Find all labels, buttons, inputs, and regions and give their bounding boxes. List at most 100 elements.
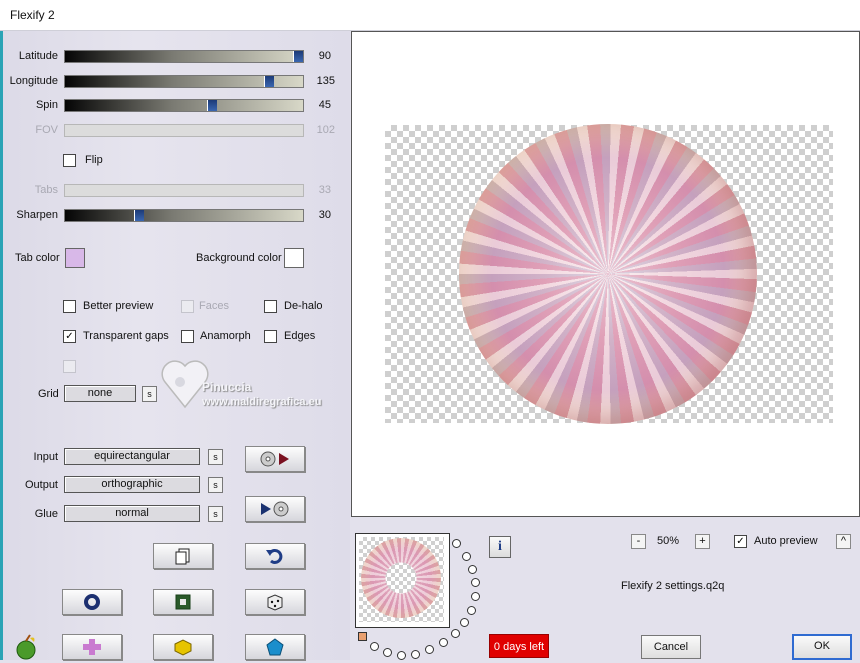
zoom-in-button[interactable]: + [695,534,710,549]
copy-button[interactable] [153,543,213,569]
better-preview-label: Better preview [83,300,154,312]
dehalo-checkbox[interactable] [264,300,277,313]
flip-label: Flip [85,154,103,166]
undo-button[interactable] [245,543,305,569]
dehalo-label: De-halo [284,300,323,312]
gem-button[interactable] [245,634,305,660]
background-color-swatch[interactable] [284,248,304,268]
latitude-track[interactable] [64,50,304,63]
glue-label: Glue [34,508,58,520]
tab-color-swatch[interactable] [65,248,85,268]
tabs-value: 33 [318,184,331,196]
latitude-label: Latitude [18,50,58,62]
sharpen-value: 30 [318,209,331,221]
grid-label: Grid [38,388,59,400]
anim-dot[interactable] [468,565,477,574]
spin-thumb[interactable] [207,100,217,111]
settings-filename: Flexify 2 settings.q2q [621,580,725,592]
ok-button[interactable]: OK [792,634,852,660]
anim-dot[interactable] [451,629,460,638]
dice-icon [267,594,283,611]
longitude-value: 135 [316,75,335,87]
ring-icon [84,594,100,610]
trial-badge[interactable]: 0 days left [489,634,549,658]
apple-icon[interactable] [12,634,40,660]
save-preset-button[interactable] [245,496,305,522]
transparent-gaps-checkbox[interactable]: ✓ [63,330,76,343]
spin-label: Spin [35,99,58,111]
longitude-label: Longitude [9,75,58,87]
gem-icon [266,638,284,656]
output-select[interactable]: orthographic [64,476,200,493]
window-title: Flexify 2 [10,8,55,22]
input-s-button[interactable]: s [208,449,223,465]
collapse-button[interactable]: ^ [836,534,851,549]
grid-s-button[interactable]: s [142,386,157,402]
preview-sphere-image [459,124,757,424]
faces-checkbox [181,300,194,313]
watermark: Pinuccia www.maldiregrafica.eu [160,352,360,412]
info-button[interactable]: i [489,536,511,558]
plus-button[interactable] [62,634,122,660]
anim-dot[interactable] [452,539,461,548]
anim-dot[interactable] [460,618,469,627]
anim-dot[interactable] [462,552,471,561]
glue-select[interactable]: normal [64,505,200,522]
anim-dot[interactable] [397,651,406,660]
auto-preview-checkbox[interactable]: ✓ [734,535,747,548]
anim-dot[interactable] [471,578,480,587]
cube-button[interactable] [153,634,213,660]
anamorph-checkbox[interactable] [181,330,194,343]
grid-select[interactable]: none [64,385,136,402]
anim-dot[interactable] [439,638,448,647]
tabs-label: Tabs [34,184,58,196]
edges-label: Edges [284,330,316,342]
sharpen-label: Sharpen [16,209,58,221]
latitude-thumb[interactable] [293,51,303,62]
background-color-label: Background color [196,252,282,264]
anim-dot[interactable] [425,645,434,654]
better-preview-checkbox[interactable] [63,300,76,313]
fov-label: FOV [35,124,58,136]
input-select[interactable]: equirectangular [64,448,200,465]
anim-dot[interactable] [383,648,392,657]
spin-track[interactable] [64,99,304,112]
cancel-button[interactable]: Cancel [641,635,701,659]
auto-preview-label: Auto preview [754,535,818,547]
sharpen-track[interactable] [64,209,304,222]
copy-icon [175,548,190,565]
output-s-button[interactable]: s [208,477,223,493]
spin-value: 45 [318,99,331,111]
anim-dot[interactable] [467,606,476,615]
flip-checkbox[interactable] [63,154,76,167]
sharpen-thumb[interactable] [134,210,144,221]
thumbnail-handle[interactable] [358,632,367,641]
faces-label: Faces [199,300,229,312]
undo-icon [266,548,283,564]
latitude-value: 90 [318,50,331,62]
zoom-out-button[interactable]: - [631,534,646,549]
watermark-name: Pinuccia [202,380,252,394]
fov-value: 102 [316,124,335,136]
frame-icon [175,594,191,610]
frame-button[interactable] [153,589,213,615]
hidden-option-checkbox [63,360,76,373]
load-preset-button[interactable] [245,446,305,472]
randomize-button[interactable] [245,589,305,615]
glue-s-button[interactable]: s [208,506,223,522]
plus-icon [83,639,101,655]
anim-dot[interactable] [411,650,420,659]
output-label: Output [24,479,58,491]
tabs-track [64,184,304,197]
zoom-value: 50% [657,535,680,547]
edges-checkbox[interactable] [264,330,277,343]
cube-icon [174,639,192,656]
longitude-thumb[interactable] [264,76,274,87]
ring-button[interactable] [62,589,122,615]
navigator-ring-image [361,538,441,618]
input-label: Input [33,451,58,463]
play-backward-icon [261,501,289,517]
anim-dot[interactable] [370,642,379,651]
anim-dot[interactable] [471,592,480,601]
watermark-url: www.maldiregrafica.eu [202,396,322,408]
